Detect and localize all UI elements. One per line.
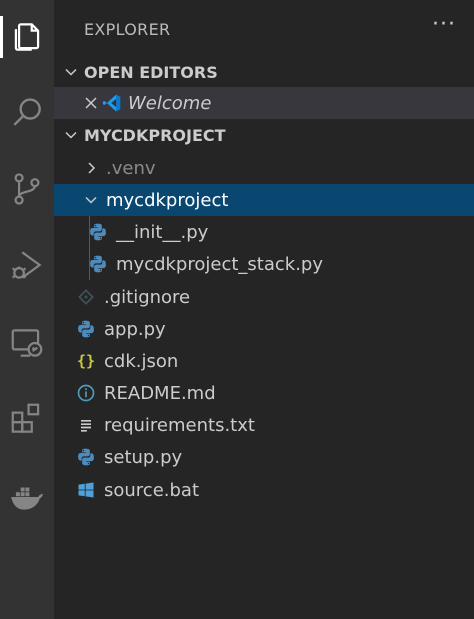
tree-item-label: .gitignore	[104, 286, 191, 308]
search-icon[interactable]	[0, 86, 54, 140]
open-editors-label: OPEN EDITORS	[84, 62, 218, 82]
tree-item-init-py[interactable]: __init__.py	[54, 216, 474, 248]
tree-item-requirements[interactable]: requirements.txt	[54, 409, 474, 441]
project-section-header[interactable]: MYCDKPROJECT	[54, 119, 474, 151]
tree-item-label: README.md	[104, 382, 216, 404]
explorer-title: EXPLORER	[84, 19, 171, 39]
tree-item-label: setup.py	[104, 446, 183, 468]
activity-bar	[0, 0, 54, 619]
tree-item-app-py[interactable]: app.py	[54, 313, 474, 345]
vscode-icon	[102, 93, 122, 113]
git-icon	[76, 287, 96, 307]
chevron-down-icon	[82, 191, 100, 209]
tree-item-label: mycdkproject	[106, 189, 229, 211]
source-control-icon[interactable]	[0, 162, 54, 216]
tree-item-label: mycdkproject_stack.py	[116, 253, 323, 275]
tree-item-readme[interactable]: README.md	[54, 377, 474, 409]
python-icon	[76, 319, 96, 339]
tree-item-gitignore[interactable]: .gitignore	[54, 281, 474, 313]
extensions-icon[interactable]	[0, 392, 54, 446]
open-editors-section-header[interactable]: OPEN EDITORS	[54, 56, 474, 88]
text-lines-icon	[76, 415, 96, 435]
more-actions-icon[interactable]: ···	[432, 14, 456, 36]
chevron-down-icon	[62, 126, 80, 144]
close-icon[interactable]	[84, 96, 102, 110]
python-icon	[88, 222, 108, 242]
python-icon	[88, 254, 108, 274]
windows-icon	[76, 480, 96, 500]
explorer-sidebar: EXPLORER ··· OPEN EDITORS Welcome MYCDKP…	[54, 0, 474, 619]
tree-item-mycdkproject-folder[interactable]: mycdkproject	[54, 184, 474, 216]
chevron-right-icon	[82, 159, 100, 177]
tree-item-label: requirements.txt	[104, 414, 255, 436]
tree-item-label: __init__.py	[116, 221, 209, 243]
open-editor-item-welcome[interactable]: Welcome	[54, 87, 474, 119]
tree-item-source-bat[interactable]: source.bat	[54, 474, 474, 506]
tree-item-setup-py[interactable]: setup.py	[54, 441, 474, 473]
info-icon	[76, 383, 96, 403]
project-label: MYCDKPROJECT	[84, 125, 226, 145]
tree-item-venv[interactable]: .venv	[54, 152, 474, 184]
python-icon	[76, 447, 96, 467]
remote-explorer-icon[interactable]	[0, 316, 54, 370]
explorer-header: EXPLORER ···	[54, 0, 474, 58]
json-braces-icon: {}	[76, 352, 96, 370]
tree-item-cdk-json[interactable]: {} cdk.json	[54, 345, 474, 377]
docker-icon[interactable]	[0, 470, 54, 524]
open-editor-label: Welcome	[128, 92, 212, 114]
indent-guide	[89, 248, 90, 280]
explorer-icon[interactable]	[0, 10, 54, 64]
tree-item-label: source.bat	[104, 479, 200, 501]
indent-guide	[89, 216, 90, 248]
run-debug-icon[interactable]	[0, 238, 54, 292]
tree-item-stack-py[interactable]: mycdkproject_stack.py	[54, 248, 474, 280]
chevron-down-icon	[62, 63, 80, 81]
tree-item-label: .venv	[106, 157, 156, 179]
tree-item-label: app.py	[104, 318, 166, 340]
tree-item-label: cdk.json	[104, 350, 179, 372]
